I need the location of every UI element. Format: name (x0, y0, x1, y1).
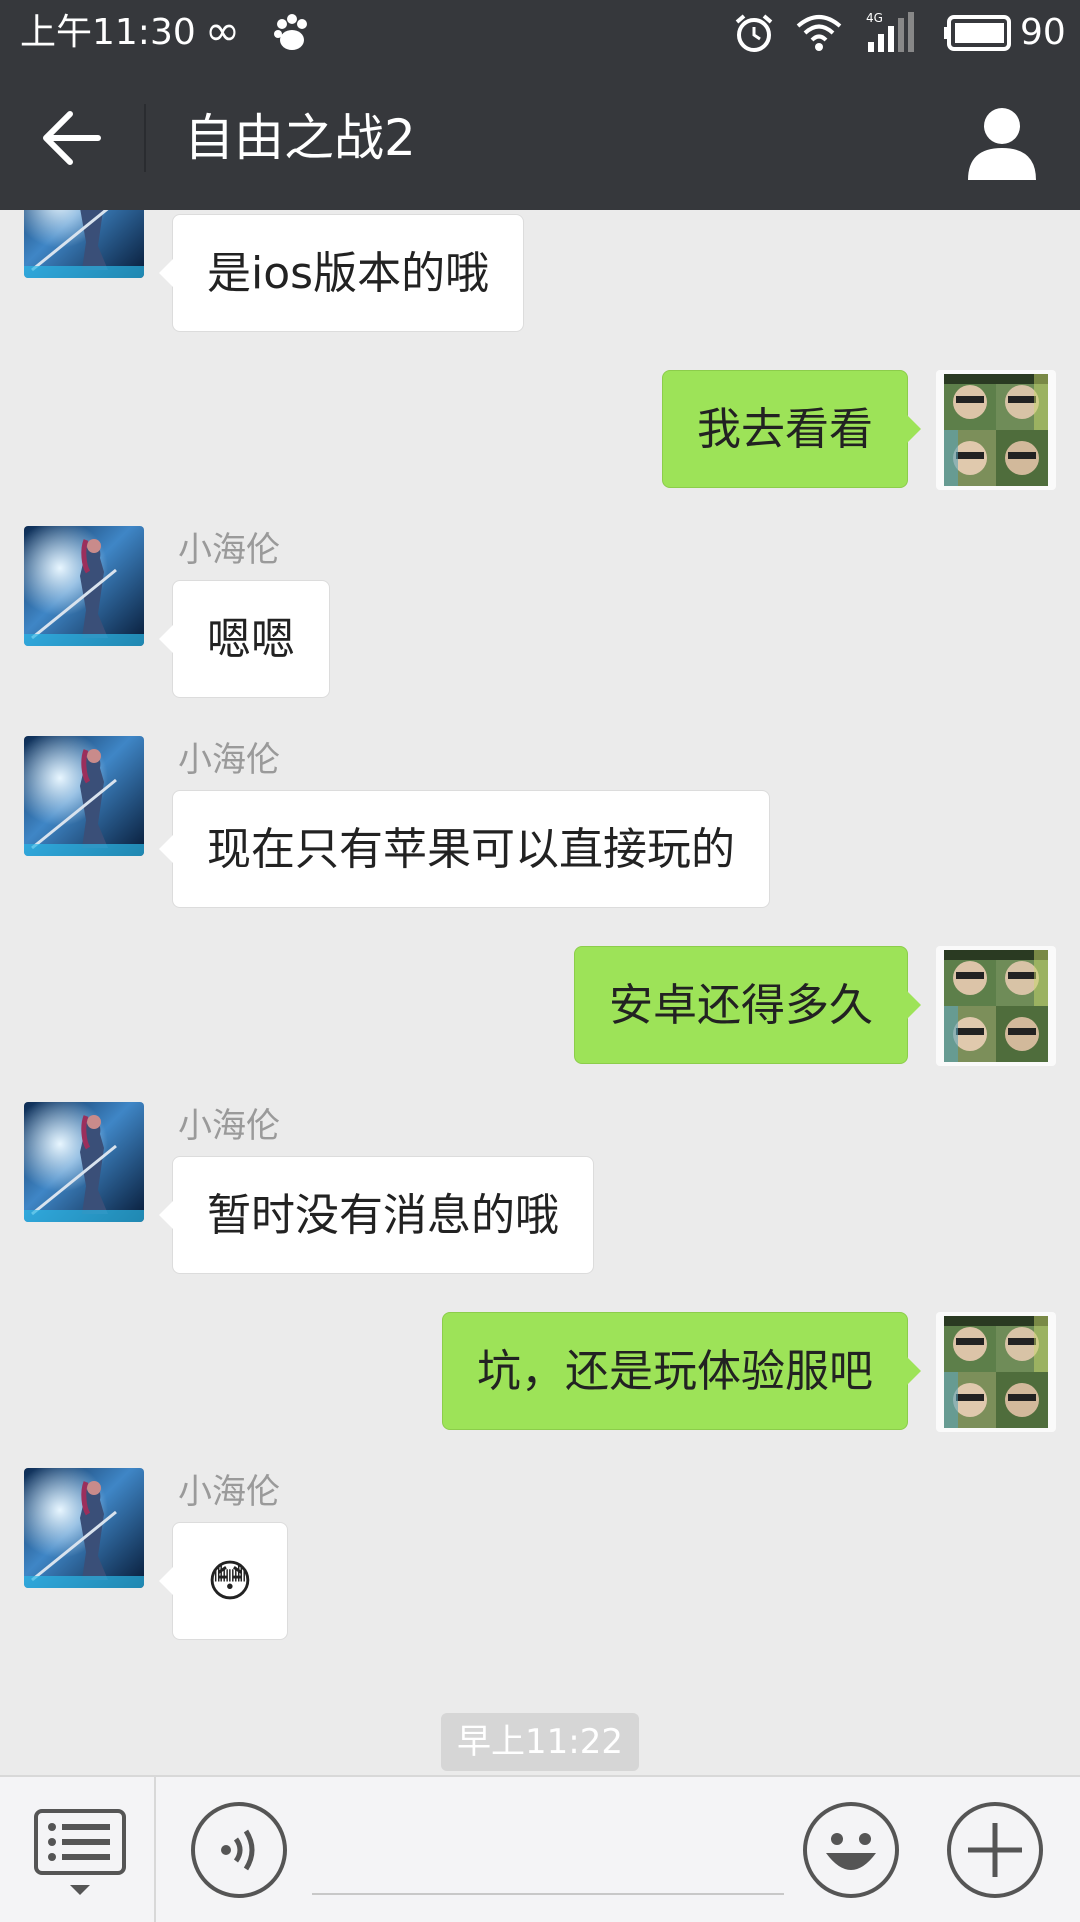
message-bubble-incoming[interactable]: 是ios版本的哦 (158, 214, 525, 332)
contact-avatar[interactable] (24, 526, 144, 646)
alarm-icon (735, 14, 773, 52)
person-icon[interactable] (962, 104, 1042, 180)
baidu-paw-icon (274, 14, 307, 50)
contact-avatar[interactable] (24, 210, 144, 278)
contact-avatar[interactable] (24, 1468, 144, 1588)
contact-avatar-image (24, 736, 144, 856)
sender-name: 小海伦 (178, 740, 280, 780)
menu-list-icon[interactable] (30, 1807, 130, 1897)
wifi-icon (796, 15, 842, 51)
message-bubble-outgoing[interactable]: 我去看看 (662, 370, 921, 488)
my-avatar-image (936, 946, 1056, 1066)
sender-name: 小海伦 (178, 1106, 280, 1146)
my-avatar[interactable] (936, 946, 1056, 1066)
message-input[interactable] (312, 1807, 784, 1895)
chat-header: 自由之战2 (0, 66, 1080, 210)
page-title: 自由之战2 (184, 109, 416, 167)
contact-avatar-image (24, 526, 144, 646)
emoji-icon[interactable] (802, 1801, 900, 1899)
status-bar: 上午11:30 ∞ 4G 90 (0, 0, 1080, 66)
header-divider (144, 104, 146, 172)
message-list[interactable]: 是ios版本的哦 我去看看 小海伦 嗯嗯 小海伦 现在只有苹果可以直接玩的 安卓… (0, 210, 1080, 1775)
my-avatar[interactable] (936, 1312, 1056, 1432)
my-avatar[interactable] (936, 370, 1056, 490)
my-avatar-image (936, 1312, 1056, 1432)
sender-name: 小海伦 (178, 530, 280, 570)
contact-avatar-image (24, 1102, 144, 1222)
input-bar-divider (154, 1777, 156, 1922)
plus-icon[interactable] (946, 1801, 1044, 1899)
message-bubble-outgoing[interactable]: 坑，还是玩体验服吧 (442, 1312, 921, 1430)
infinity-icon: ∞ (205, 6, 240, 55)
contact-avatar[interactable] (24, 736, 144, 856)
message-bubble-incoming[interactable]: 嗯嗯 (159, 580, 330, 698)
message-bubble-incoming[interactable]: 暂时没有消息的哦 (159, 1156, 594, 1274)
sender-name: 小海伦 (178, 1472, 280, 1512)
contact-avatar[interactable] (24, 1102, 144, 1222)
timestamp-divider: 早上11:22 (441, 1713, 639, 1771)
input-bar (0, 1775, 1080, 1922)
battery-level: 90 (1020, 12, 1066, 53)
my-avatar-image (936, 370, 1056, 490)
contact-avatar-image (24, 1468, 144, 1588)
message-bubble-incoming[interactable]: 现在只有苹果可以直接玩的 (159, 790, 770, 908)
back-arrow-icon[interactable] (30, 98, 120, 178)
voice-icon[interactable] (190, 1801, 288, 1899)
signal-icon: 4G (866, 11, 914, 52)
message-bubble-outgoing[interactable]: 安卓还得多久 (574, 946, 921, 1064)
network-type-label: 4G (866, 11, 883, 25)
status-time: 上午11:30 (20, 12, 196, 53)
contact-avatar-image (24, 210, 144, 278)
battery-icon (944, 15, 1011, 51)
message-bubble-incoming[interactable]: 😳 (159, 1522, 288, 1640)
